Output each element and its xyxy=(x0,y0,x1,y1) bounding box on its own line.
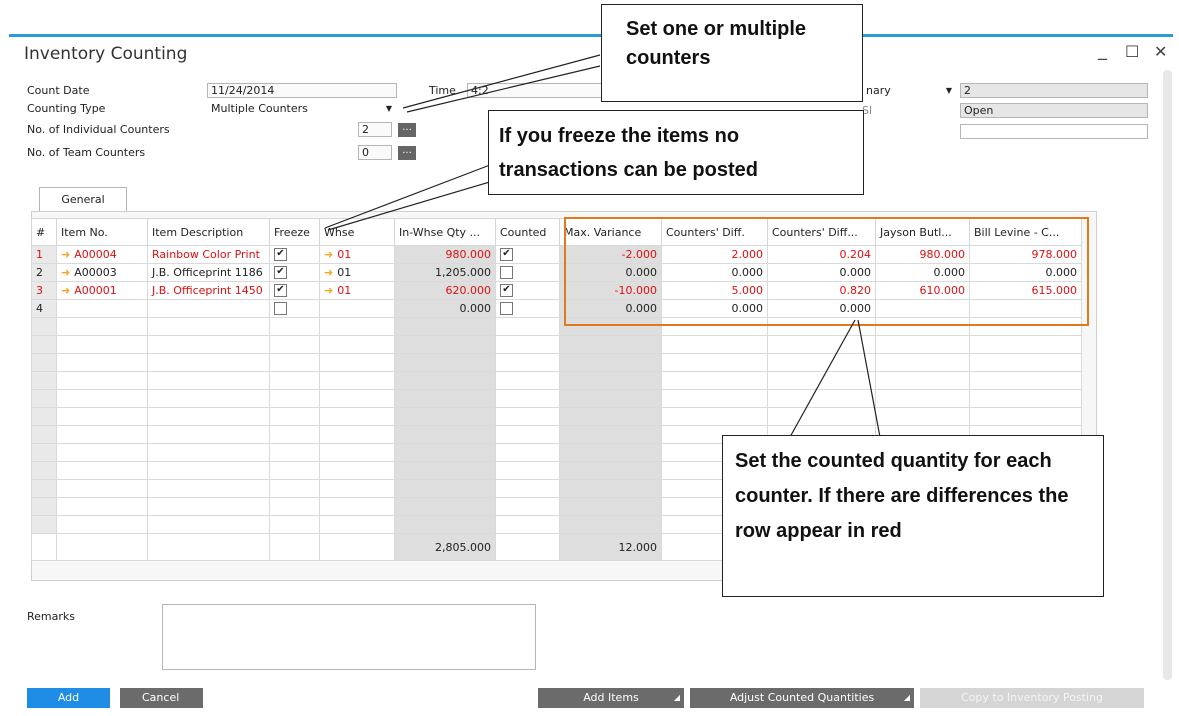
callout-counted-quantity: Set the counted quantity for each counte… xyxy=(722,435,1104,597)
callout-counters: Set one or multiple counters xyxy=(601,4,863,102)
callout-lines xyxy=(324,54,881,438)
callout-freeze: If you freeze the items no transactions … xyxy=(488,110,864,195)
